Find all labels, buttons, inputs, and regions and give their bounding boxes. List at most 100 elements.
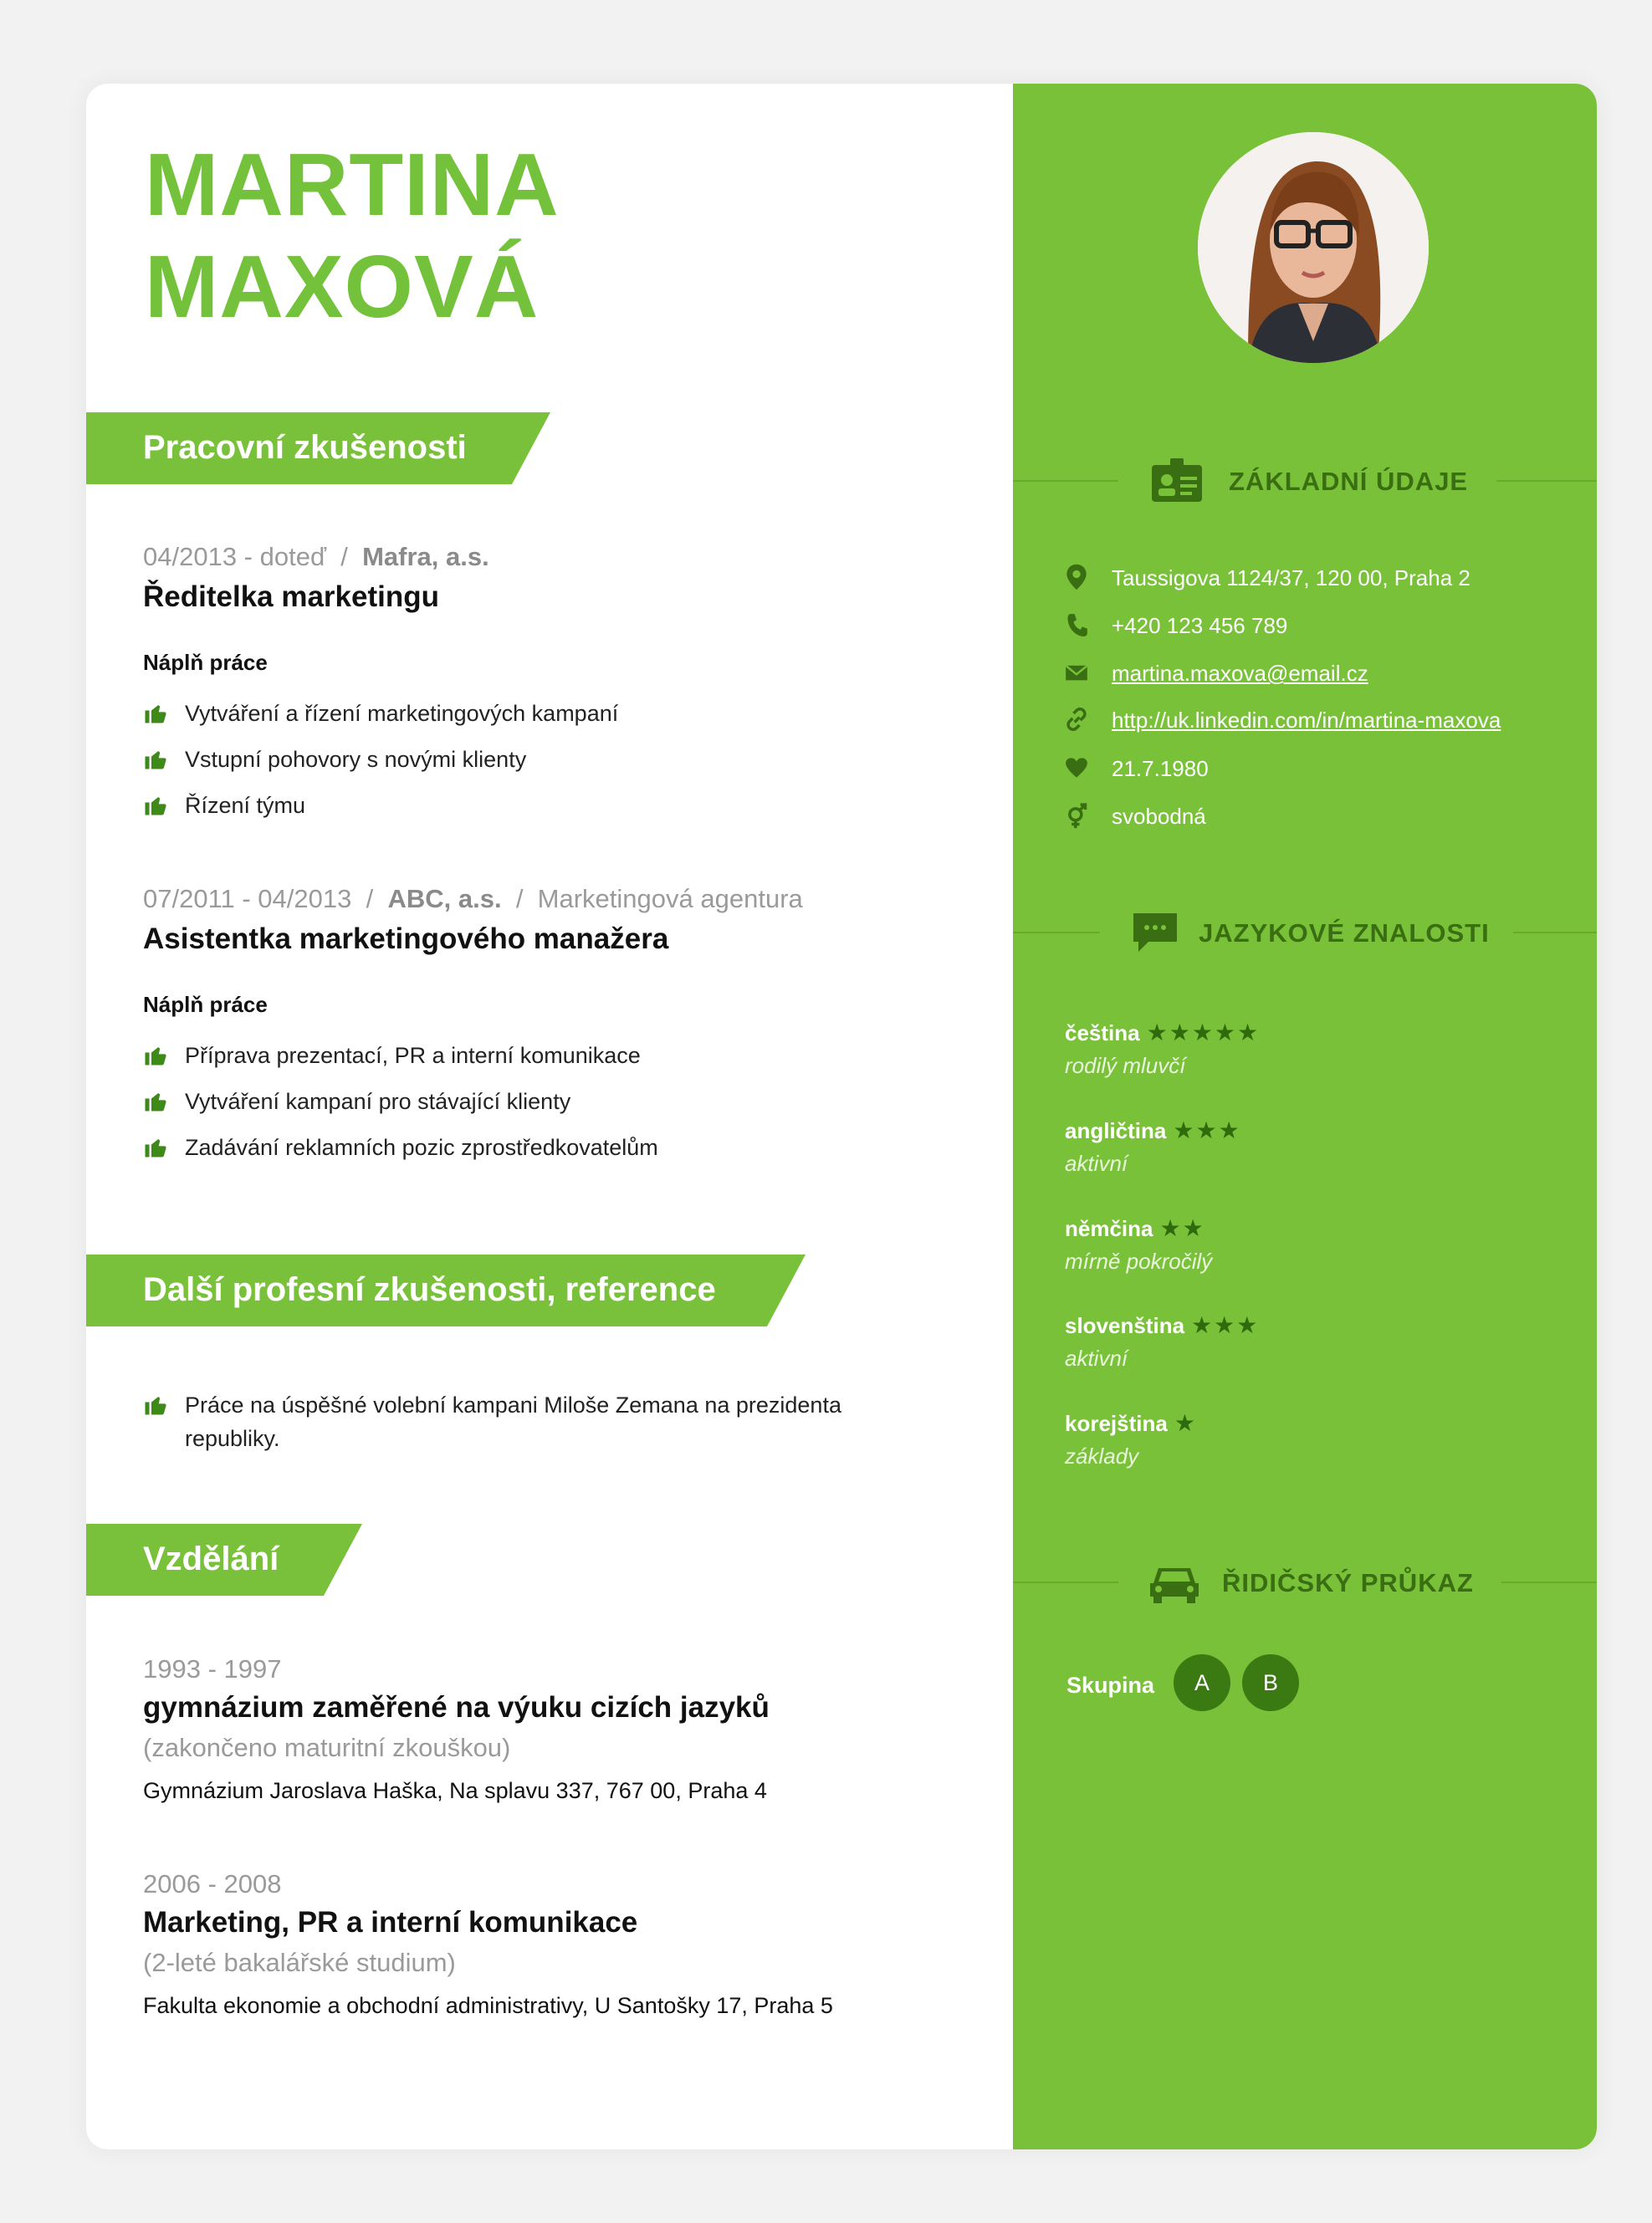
star-rating: ★★★: [1191, 1312, 1260, 1338]
license-group-badge: B: [1242, 1654, 1299, 1711]
language-level: aktivní: [1065, 1346, 1128, 1371]
section-header-other: Další profesní zkušenosti, reference: [86, 1255, 806, 1326]
job-2-title: Asistentka marketingového manažera: [143, 922, 669, 955]
duty-text: Příprava prezentací, PR a interní komuni…: [185, 1043, 641, 1068]
main-column: MARTINA MAXOVÁ Pracovní zkušenosti 04/20…: [86, 84, 1013, 2149]
language-name: čeština: [1065, 1020, 1140, 1045]
address-text: Taussigova 1124/37, 120 00, Praha 2: [1112, 565, 1470, 590]
section-title: ŘIDIČSKÝ PRŮKAZ: [1222, 1568, 1474, 1597]
job-period: 07/2011 - 04/2013: [143, 884, 352, 913]
edu-2-note: (2-leté bakalářské studium): [143, 1948, 456, 1977]
license-header: ŘIDIČSKÝ PRŮKAZ: [1013, 1553, 1597, 1612]
thumbs-up-icon: [145, 1139, 166, 1157]
list-item: Příprava prezentací, PR a interní komuni…: [143, 1039, 658, 1085]
phone-icon: [1067, 614, 1087, 636]
language-item: slovenština ★★★ aktivní: [1065, 1311, 1259, 1372]
divider: [1013, 1582, 1118, 1583]
duty-text: Vytváření kampaní pro stávající klienty: [185, 1089, 571, 1114]
section-title: Pracovní zkušenosti: [143, 429, 467, 466]
portrait-image: [1198, 132, 1429, 363]
license-group-badge: A: [1174, 1654, 1230, 1711]
divider: [1501, 1582, 1597, 1583]
divider: [1513, 932, 1597, 933]
name-line-1: MARTINA: [145, 135, 560, 234]
reference-text: Práce na úspěšné volební kampani Miloše …: [185, 1393, 841, 1451]
star-rating: ★★★★★: [1146, 1020, 1261, 1045]
job-period: 04/2013 - doteď: [143, 542, 326, 571]
section-title: ZÁKLADNÍ ÚDAJE: [1229, 467, 1469, 496]
list-item: Vstupní pohovory s novými klienty: [143, 743, 618, 789]
speech-bubble-icon: [1133, 913, 1177, 952]
languages-header: JAZYKOVÉ ZNALOSTI: [1013, 903, 1597, 962]
job-2-meta: 07/2011 - 04/2013 / ABC, a.s. / Marketin…: [143, 884, 803, 914]
star-rating: ★★: [1159, 1215, 1205, 1241]
list-item: Zadávání reklamních pozic zprostředkovat…: [143, 1131, 658, 1177]
other-list: Práce na úspěšné volební kampani Miloše …: [143, 1388, 879, 1455]
language-name: němčina: [1065, 1216, 1153, 1241]
edu-1-note: (zakončeno maturitní zkouškou): [143, 1733, 511, 1762]
duty-text: Vytváření a řízení marketingových kampan…: [185, 701, 619, 726]
job-company-type: Marketingová agentura: [537, 884, 803, 913]
divider: [1013, 932, 1100, 933]
job-2-duties-label: Náplň práce: [143, 992, 268, 1017]
thumbs-up-icon: [145, 1047, 166, 1066]
profile-photo: [1198, 132, 1429, 363]
job-company: Mafra, a.s.: [362, 542, 489, 571]
job-2-duties: Příprava prezentací, PR a interní komuni…: [143, 1039, 658, 1177]
language-level: základy: [1065, 1444, 1139, 1469]
edu-1-period: 1993 - 1997: [143, 1654, 282, 1684]
edu-2-period: 2006 - 2008: [143, 1869, 282, 1898]
divider: [1013, 480, 1118, 482]
job-1-duties-label: Náplň práce: [143, 650, 268, 675]
thumbs-up-icon: [145, 797, 166, 815]
divider: [1496, 480, 1597, 482]
phone-text: +420 123 456 789: [1112, 613, 1288, 638]
thumbs-up-icon: [145, 751, 166, 769]
thumbs-up-icon: [145, 705, 166, 723]
edu-2-title: Marketing, PR a interní komunikace: [143, 1906, 638, 1939]
language-name: slovenština: [1065, 1313, 1185, 1338]
duty-text: Vstupní pohovory s novými klienty: [185, 747, 527, 772]
edu-1-title: gymnázium zaměřené na výuku cizích jazyk…: [143, 1691, 770, 1724]
separator: /: [366, 884, 374, 913]
language-level: rodilý mluvčí: [1065, 1053, 1186, 1078]
language-name: angličtina: [1065, 1118, 1167, 1143]
email-link[interactable]: martina.maxova@email.cz: [1112, 661, 1368, 687]
star-rating: ★: [1174, 1410, 1197, 1436]
language-item: čeština ★★★★★ rodilý mluvčí: [1065, 1019, 1260, 1079]
language-item: angličtina ★★★ aktivní: [1065, 1117, 1241, 1177]
separator: /: [340, 542, 348, 571]
gender-icon: [1068, 803, 1087, 829]
heart-icon: [1066, 758, 1087, 778]
basic-info-header: ZÁKLADNÍ ÚDAJE: [1013, 452, 1597, 510]
list-item: Práce na úspěšné volební kampani Miloše …: [143, 1388, 879, 1455]
job-1-title: Ředitelka marketingu: [143, 580, 439, 613]
edu-1-institution: Gymnázium Jaroslava Haška, Na splavu 337…: [143, 1778, 767, 1803]
thumbs-up-icon: [145, 1397, 166, 1415]
section-title: JAZYKOVÉ ZNALOSTI: [1199, 918, 1490, 948]
list-item: Vytváření a řízení marketingových kampan…: [143, 697, 618, 743]
section-header-education: Vzdělání: [86, 1524, 362, 1596]
list-item: Vytváření kampaní pro stávající klienty: [143, 1085, 658, 1131]
sidebar: ZÁKLADNÍ ÚDAJE Taussigova 1124/37, 120 0…: [1013, 84, 1597, 2149]
job-1-meta: 04/2013 - doteď / Mafra, a.s.: [143, 542, 489, 572]
duty-text: Zadávání reklamních pozic zprostředkovat…: [185, 1135, 658, 1160]
linkedin-link[interactable]: http://uk.linkedin.com/in/martina-maxova: [1112, 708, 1501, 733]
envelope-icon: [1065, 664, 1088, 681]
section-title: Vzdělání: [143, 1541, 279, 1577]
star-rating: ★★★: [1173, 1117, 1241, 1143]
cv-page: MARTINA MAXOVÁ Pracovní zkušenosti 04/20…: [86, 84, 1597, 2149]
separator: /: [515, 884, 524, 913]
section-title: Další profesní zkušenosti, reference: [143, 1271, 716, 1308]
link-icon: [1066, 708, 1087, 731]
language-level: mírně pokročilý: [1065, 1249, 1213, 1274]
job-1-duties: Vytváření a řízení marketingových kampan…: [143, 697, 618, 835]
language-item: němčina ★★ mírně pokročilý: [1065, 1214, 1212, 1275]
language-level: aktivní: [1065, 1151, 1128, 1176]
section-header-work: Pracovní zkušenosti: [86, 412, 550, 484]
duty-text: Řízení týmu: [185, 793, 306, 818]
edu-2-institution: Fakulta ekonomie a obchodní administrati…: [143, 1993, 833, 2018]
location-pin-icon: [1066, 564, 1087, 590]
thumbs-up-icon: [145, 1093, 166, 1112]
list-item: Řízení týmu: [143, 789, 618, 835]
